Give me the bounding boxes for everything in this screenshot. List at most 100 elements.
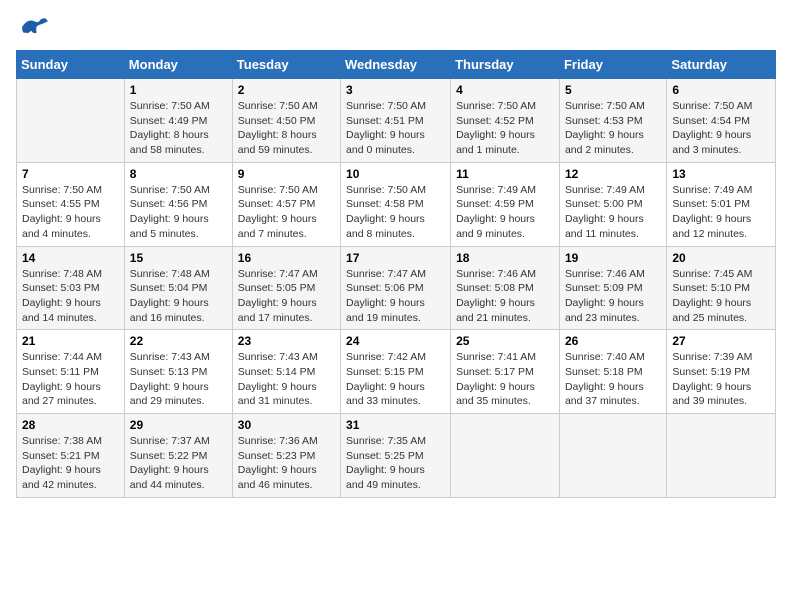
day-number: 16 xyxy=(238,251,335,265)
day-info: Sunrise: 7:46 AMSunset: 5:09 PMDaylight:… xyxy=(565,268,645,324)
day-cell xyxy=(667,414,776,498)
day-info: Sunrise: 7:49 AMSunset: 5:01 PMDaylight:… xyxy=(672,184,752,240)
day-number: 12 xyxy=(565,167,661,181)
day-cell: 16 Sunrise: 7:47 AMSunset: 5:05 PMDaylig… xyxy=(232,246,340,330)
day-number: 10 xyxy=(346,167,445,181)
day-cell: 20 Sunrise: 7:45 AMSunset: 5:10 PMDaylig… xyxy=(667,246,776,330)
day-cell: 25 Sunrise: 7:41 AMSunset: 5:17 PMDaylig… xyxy=(451,330,560,414)
day-info: Sunrise: 7:48 AMSunset: 5:03 PMDaylight:… xyxy=(22,268,102,324)
day-number: 15 xyxy=(130,251,227,265)
calendar-table: SundayMondayTuesdayWednesdayThursdayFrid… xyxy=(16,50,776,498)
day-info: Sunrise: 7:45 AMSunset: 5:10 PMDaylight:… xyxy=(672,268,752,324)
day-cell: 5 Sunrise: 7:50 AMSunset: 4:53 PMDayligh… xyxy=(559,79,666,163)
column-header-monday: Monday xyxy=(124,51,232,79)
day-number: 24 xyxy=(346,334,445,348)
column-header-thursday: Thursday xyxy=(451,51,560,79)
day-info: Sunrise: 7:50 AMSunset: 4:51 PMDaylight:… xyxy=(346,100,426,156)
day-number: 27 xyxy=(672,334,770,348)
day-number: 31 xyxy=(346,418,445,432)
week-row-3: 14 Sunrise: 7:48 AMSunset: 5:03 PMDaylig… xyxy=(17,246,776,330)
day-info: Sunrise: 7:50 AMSunset: 4:52 PMDaylight:… xyxy=(456,100,536,156)
day-number: 13 xyxy=(672,167,770,181)
week-row-4: 21 Sunrise: 7:44 AMSunset: 5:11 PMDaylig… xyxy=(17,330,776,414)
day-cell: 11 Sunrise: 7:49 AMSunset: 4:59 PMDaylig… xyxy=(451,162,560,246)
day-cell: 31 Sunrise: 7:35 AMSunset: 5:25 PMDaylig… xyxy=(341,414,451,498)
day-info: Sunrise: 7:43 AMSunset: 5:14 PMDaylight:… xyxy=(238,351,318,407)
day-number: 7 xyxy=(22,167,119,181)
day-info: Sunrise: 7:40 AMSunset: 5:18 PMDaylight:… xyxy=(565,351,645,407)
day-number: 18 xyxy=(456,251,554,265)
day-number: 11 xyxy=(456,167,554,181)
day-cell: 3 Sunrise: 7:50 AMSunset: 4:51 PMDayligh… xyxy=(341,79,451,163)
day-number: 5 xyxy=(565,83,661,97)
day-info: Sunrise: 7:48 AMSunset: 5:04 PMDaylight:… xyxy=(130,268,210,324)
day-info: Sunrise: 7:42 AMSunset: 5:15 PMDaylight:… xyxy=(346,351,426,407)
day-cell: 26 Sunrise: 7:40 AMSunset: 5:18 PMDaylig… xyxy=(559,330,666,414)
header xyxy=(16,16,776,38)
column-header-sunday: Sunday xyxy=(17,51,125,79)
day-cell xyxy=(559,414,666,498)
day-info: Sunrise: 7:50 AMSunset: 4:54 PMDaylight:… xyxy=(672,100,752,156)
day-cell: 10 Sunrise: 7:50 AMSunset: 4:58 PMDaylig… xyxy=(341,162,451,246)
day-cell: 8 Sunrise: 7:50 AMSunset: 4:56 PMDayligh… xyxy=(124,162,232,246)
day-info: Sunrise: 7:50 AMSunset: 4:55 PMDaylight:… xyxy=(22,184,102,240)
day-info: Sunrise: 7:50 AMSunset: 4:58 PMDaylight:… xyxy=(346,184,426,240)
day-cell: 6 Sunrise: 7:50 AMSunset: 4:54 PMDayligh… xyxy=(667,79,776,163)
day-info: Sunrise: 7:50 AMSunset: 4:57 PMDaylight:… xyxy=(238,184,318,240)
day-info: Sunrise: 7:41 AMSunset: 5:17 PMDaylight:… xyxy=(456,351,536,407)
day-cell: 21 Sunrise: 7:44 AMSunset: 5:11 PMDaylig… xyxy=(17,330,125,414)
day-number: 8 xyxy=(130,167,227,181)
day-cell: 30 Sunrise: 7:36 AMSunset: 5:23 PMDaylig… xyxy=(232,414,340,498)
day-cell: 4 Sunrise: 7:50 AMSunset: 4:52 PMDayligh… xyxy=(451,79,560,163)
day-cell: 23 Sunrise: 7:43 AMSunset: 5:14 PMDaylig… xyxy=(232,330,340,414)
day-cell: 13 Sunrise: 7:49 AMSunset: 5:01 PMDaylig… xyxy=(667,162,776,246)
day-cell: 7 Sunrise: 7:50 AMSunset: 4:55 PMDayligh… xyxy=(17,162,125,246)
day-info: Sunrise: 7:37 AMSunset: 5:22 PMDaylight:… xyxy=(130,435,210,491)
day-cell xyxy=(17,79,125,163)
day-cell: 29 Sunrise: 7:37 AMSunset: 5:22 PMDaylig… xyxy=(124,414,232,498)
day-info: Sunrise: 7:35 AMSunset: 5:25 PMDaylight:… xyxy=(346,435,426,491)
day-number: 23 xyxy=(238,334,335,348)
day-number: 20 xyxy=(672,251,770,265)
day-info: Sunrise: 7:49 AMSunset: 5:00 PMDaylight:… xyxy=(565,184,645,240)
day-number: 6 xyxy=(672,83,770,97)
day-info: Sunrise: 7:38 AMSunset: 5:21 PMDaylight:… xyxy=(22,435,102,491)
day-number: 30 xyxy=(238,418,335,432)
logo xyxy=(16,16,50,38)
day-number: 25 xyxy=(456,334,554,348)
day-number: 17 xyxy=(346,251,445,265)
calendar-header-row: SundayMondayTuesdayWednesdayThursdayFrid… xyxy=(17,51,776,79)
day-cell: 27 Sunrise: 7:39 AMSunset: 5:19 PMDaylig… xyxy=(667,330,776,414)
day-cell xyxy=(451,414,560,498)
day-number: 22 xyxy=(130,334,227,348)
day-cell: 19 Sunrise: 7:46 AMSunset: 5:09 PMDaylig… xyxy=(559,246,666,330)
day-cell: 12 Sunrise: 7:49 AMSunset: 5:00 PMDaylig… xyxy=(559,162,666,246)
logo-bird-icon xyxy=(20,16,48,38)
day-info: Sunrise: 7:50 AMSunset: 4:50 PMDaylight:… xyxy=(238,100,318,156)
day-info: Sunrise: 7:36 AMSunset: 5:23 PMDaylight:… xyxy=(238,435,318,491)
day-number: 14 xyxy=(22,251,119,265)
day-cell: 17 Sunrise: 7:47 AMSunset: 5:06 PMDaylig… xyxy=(341,246,451,330)
day-cell: 18 Sunrise: 7:46 AMSunset: 5:08 PMDaylig… xyxy=(451,246,560,330)
day-cell: 22 Sunrise: 7:43 AMSunset: 5:13 PMDaylig… xyxy=(124,330,232,414)
column-header-saturday: Saturday xyxy=(667,51,776,79)
column-header-tuesday: Tuesday xyxy=(232,51,340,79)
day-number: 21 xyxy=(22,334,119,348)
day-number: 1 xyxy=(130,83,227,97)
day-cell: 28 Sunrise: 7:38 AMSunset: 5:21 PMDaylig… xyxy=(17,414,125,498)
column-header-friday: Friday xyxy=(559,51,666,79)
day-info: Sunrise: 7:44 AMSunset: 5:11 PMDaylight:… xyxy=(22,351,102,407)
day-number: 28 xyxy=(22,418,119,432)
day-cell: 14 Sunrise: 7:48 AMSunset: 5:03 PMDaylig… xyxy=(17,246,125,330)
week-row-1: 1 Sunrise: 7:50 AMSunset: 4:49 PMDayligh… xyxy=(17,79,776,163)
day-info: Sunrise: 7:43 AMSunset: 5:13 PMDaylight:… xyxy=(130,351,210,407)
day-info: Sunrise: 7:50 AMSunset: 4:56 PMDaylight:… xyxy=(130,184,210,240)
day-cell: 24 Sunrise: 7:42 AMSunset: 5:15 PMDaylig… xyxy=(341,330,451,414)
day-cell: 9 Sunrise: 7:50 AMSunset: 4:57 PMDayligh… xyxy=(232,162,340,246)
day-info: Sunrise: 7:50 AMSunset: 4:53 PMDaylight:… xyxy=(565,100,645,156)
day-info: Sunrise: 7:50 AMSunset: 4:49 PMDaylight:… xyxy=(130,100,210,156)
week-row-5: 28 Sunrise: 7:38 AMSunset: 5:21 PMDaylig… xyxy=(17,414,776,498)
day-number: 9 xyxy=(238,167,335,181)
column-header-wednesday: Wednesday xyxy=(341,51,451,79)
day-cell: 1 Sunrise: 7:50 AMSunset: 4:49 PMDayligh… xyxy=(124,79,232,163)
